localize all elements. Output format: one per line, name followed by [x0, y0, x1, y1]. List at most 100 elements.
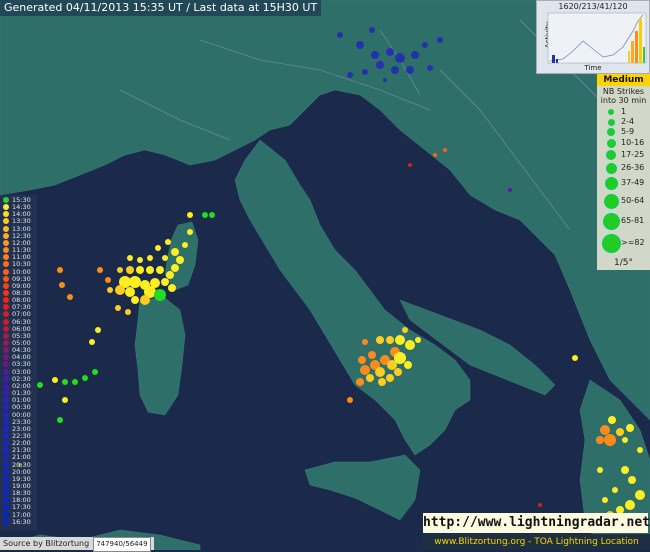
strike-marker: [386, 374, 394, 382]
strike-marker: [408, 163, 412, 167]
timeline-color-dot: [3, 383, 9, 389]
strike-marker: [616, 428, 624, 436]
timeline-color-dot: [3, 497, 9, 503]
timeline-color-dot: [3, 519, 9, 525]
strike-marker: [52, 377, 58, 383]
legend-size-label: 10-16: [621, 138, 644, 147]
timeline-color-dot: [3, 347, 9, 353]
strike-marker: [394, 352, 406, 364]
strike-marker: [422, 42, 428, 48]
timeline-color-dot: [3, 397, 9, 403]
strike-marker: [635, 490, 645, 500]
strike-marker: [62, 379, 68, 385]
timeline-color-dot: [3, 454, 9, 460]
strike-marker: [443, 148, 447, 152]
strike-marker: [137, 257, 143, 263]
timeline-color-dot: [3, 333, 9, 339]
timeline-color-dot: [3, 440, 9, 446]
strike-marker: [82, 375, 88, 381]
timeline-color-dot: [3, 276, 9, 282]
timeline-color-dot: [3, 476, 9, 482]
strike-marker: [637, 447, 643, 453]
legend-size-circle: [602, 234, 621, 253]
timeline-color-dot: [3, 304, 9, 310]
timeline-color-dot: [3, 354, 9, 360]
timeline-color-dot: [3, 247, 9, 253]
strike-marker: [621, 466, 629, 474]
strike-marker: [572, 355, 578, 361]
strike-marker: [437, 37, 443, 43]
timeline-color-dot: [3, 204, 9, 210]
strike-marker: [187, 229, 193, 235]
strike-marker: [115, 285, 125, 295]
strike-marker: [146, 266, 154, 274]
strike-marker: [126, 266, 134, 274]
credit-line: www.Blitzortung.org - TOA Lightning Loca…: [423, 534, 650, 550]
strike-marker: [166, 271, 174, 279]
timeline-color-dot: [3, 283, 9, 289]
legend-size-circle: [605, 177, 618, 190]
strike-marker: [105, 277, 111, 283]
strike-marker: [356, 41, 364, 49]
strike-marker: [600, 425, 610, 435]
timeline-color-dot: [3, 390, 9, 396]
strike-marker: [131, 296, 139, 304]
website-url[interactable]: http://www.lightningradar.net: [423, 513, 648, 533]
strike-marker: [596, 436, 604, 444]
strike-marker: [150, 278, 160, 288]
strike-marker: [608, 416, 616, 424]
legend-size-circle: [608, 109, 614, 115]
legend-size-label: 65-81: [621, 216, 644, 225]
timeline-color-dot: [3, 226, 9, 232]
strike-marker: [162, 255, 168, 261]
strike-marker: [391, 66, 399, 74]
strike-marker: [358, 356, 366, 364]
strike-marker: [140, 295, 150, 305]
strike-marker: [337, 32, 343, 38]
timeline-time-label: 16:30: [12, 518, 31, 526]
timeline-color-dot: [3, 197, 9, 203]
legend-size-label: 5-9: [621, 127, 634, 136]
strike-marker: [147, 255, 153, 261]
strike-marker: [411, 51, 419, 59]
strike-marker: [92, 369, 98, 375]
strike-marker: [89, 339, 95, 345]
timeline-color-dot: [3, 426, 9, 432]
strike-marker: [626, 424, 634, 432]
timeline-color-dot: [3, 211, 9, 217]
legend-size-circle: [607, 128, 615, 136]
strike-marker: [57, 417, 63, 423]
strike-marker: [161, 278, 169, 286]
strike-marker: [115, 305, 121, 311]
strike-marker: [347, 72, 353, 78]
legend-size-circle: [604, 194, 619, 209]
strike-marker: [405, 340, 415, 350]
strike-marker: [604, 434, 616, 446]
generated-header: Generated 04/11/2013 15:35 UT / Last dat…: [0, 0, 321, 16]
lightning-map: [0, 0, 650, 550]
strike-marker: [107, 287, 113, 293]
strike-marker: [508, 188, 512, 192]
legend-size-label: 2-4: [621, 117, 634, 126]
timeline-color-dot: [3, 462, 9, 468]
strike-marker: [404, 361, 412, 369]
strike-marker: [383, 78, 387, 82]
activity-chart: 1620/213/41/120 Activity Time: [536, 0, 650, 74]
activity-graph: [538, 11, 650, 66]
strike-marker: [97, 267, 103, 273]
legend-size-circle: [603, 213, 620, 230]
strike-marker: [117, 267, 123, 273]
strike-marker: [538, 503, 542, 507]
strike-marker: [129, 276, 141, 288]
strike-marker: [395, 335, 405, 345]
timeline-color-dot: [3, 254, 9, 260]
strike-marker: [362, 339, 368, 345]
strike-marker: [182, 242, 188, 248]
timeline-color-dot: [3, 261, 9, 267]
legend-subtitle: NB Strikes into 30 min: [597, 87, 650, 105]
source-label: Source by Blitzortung: [3, 539, 89, 548]
time-color-legend: 15:3014:3014:0013:3013:0012:3012:0011:30…: [0, 195, 37, 530]
strike-marker: [67, 294, 73, 300]
strike-marker: [602, 497, 608, 503]
strike-marker: [176, 256, 184, 264]
